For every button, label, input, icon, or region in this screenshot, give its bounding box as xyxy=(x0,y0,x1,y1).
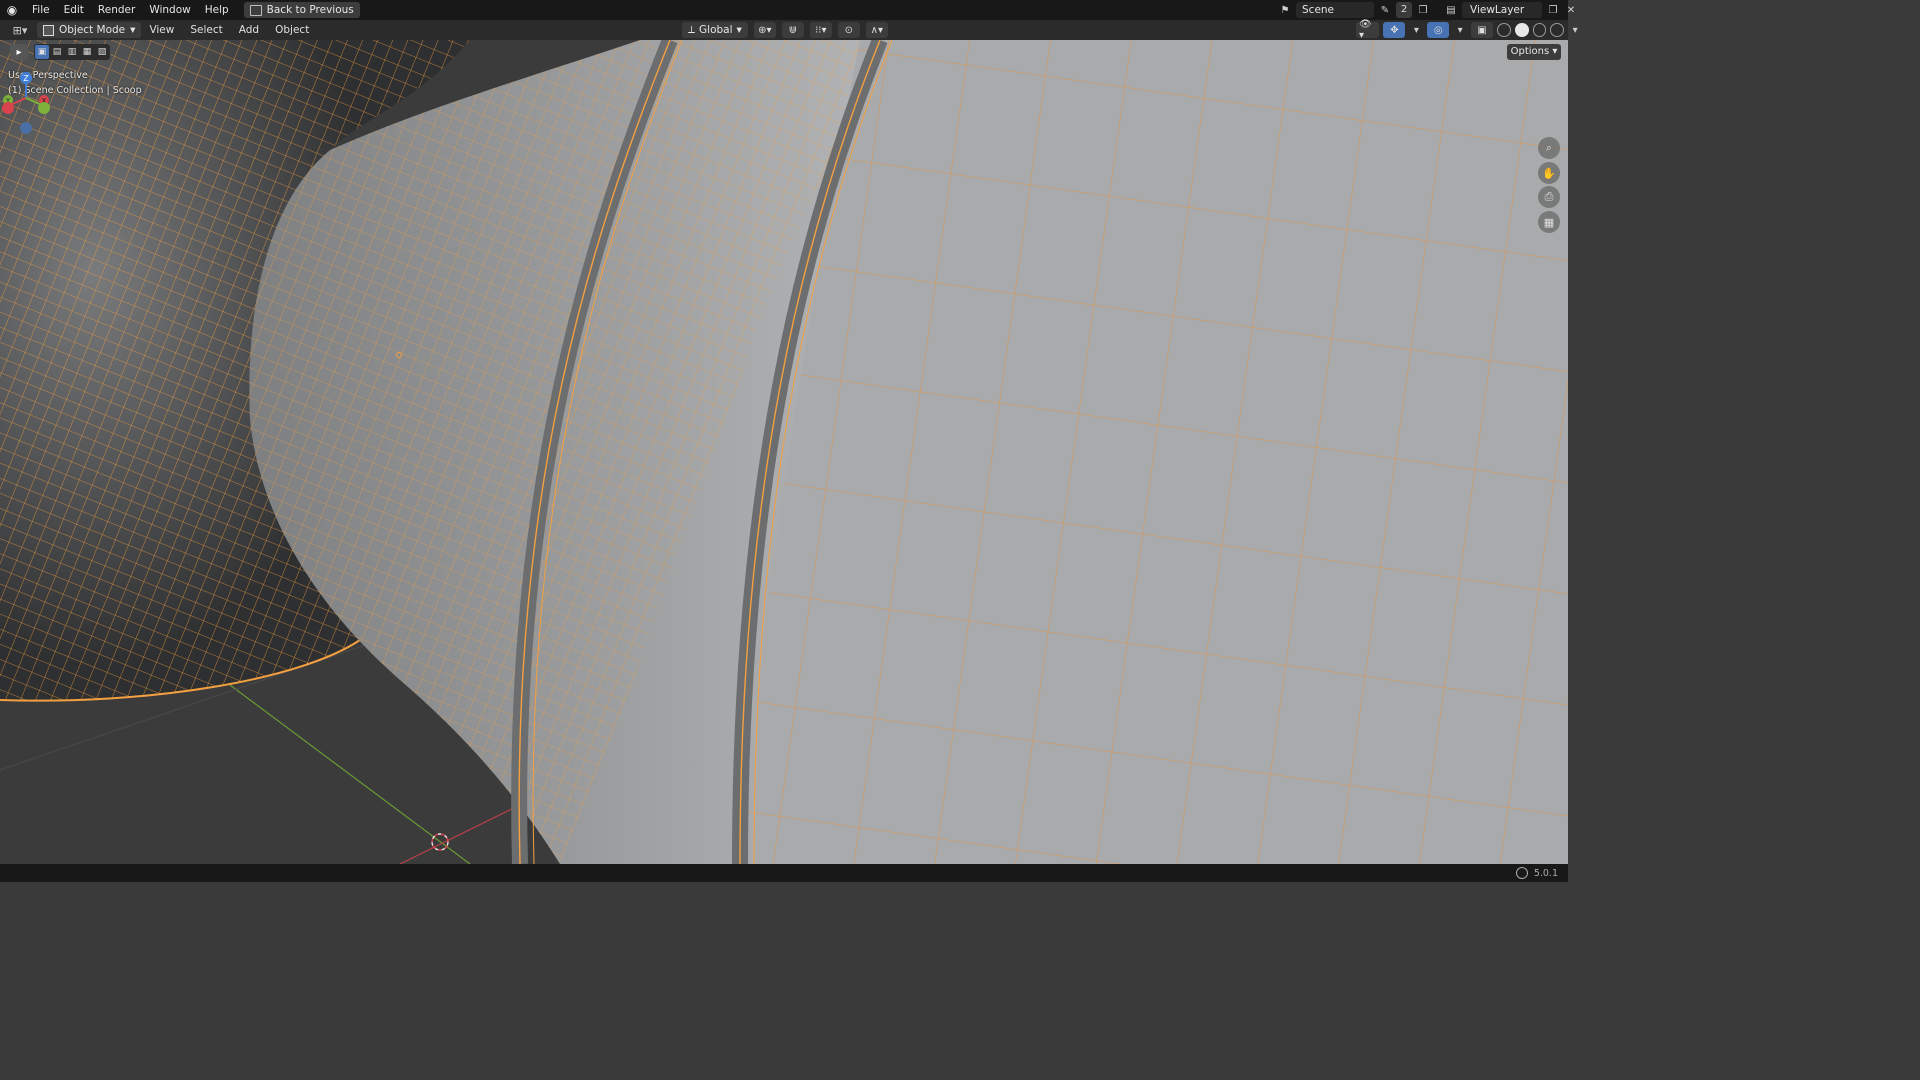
snap-toggle-icon[interactable]: ⋓ xyxy=(781,22,804,38)
menu-add[interactable]: Add xyxy=(231,24,267,36)
view-layer-field[interactable]: ViewLayer xyxy=(1462,2,1542,18)
proportional-edit-icon[interactable]: ⊙ xyxy=(837,22,860,38)
gizmo-z-neg-axis xyxy=(20,122,32,134)
pin-icon[interactable]: ✎ xyxy=(1378,3,1392,17)
select-new-icon[interactable]: ▣ xyxy=(35,45,49,59)
xray-toggle-icon[interactable]: ▣ xyxy=(1471,22,1493,38)
material-preview-icon[interactable] xyxy=(1532,23,1547,37)
select-subtract-icon[interactable]: ▥ xyxy=(65,45,79,59)
visibility-icon[interactable]: 👁▾ xyxy=(1356,19,1380,41)
back-to-previous-label: Back to Previous xyxy=(266,4,354,16)
chevron-down-icon: ▾ xyxy=(130,24,136,36)
menu-file[interactable]: File xyxy=(25,0,57,20)
mode-label: Object Mode xyxy=(59,24,126,36)
object-mode-icon xyxy=(43,24,54,36)
viewport-header: ⊞▾ Object Mode ▾ View Select Add Object … xyxy=(0,19,1578,41)
new-scene-icon[interactable]: ❐ xyxy=(1416,3,1430,17)
scene-name-field[interactable]: Scene xyxy=(1296,2,1374,18)
selection-mode-group: ▣ ▤ ▥ ▦ ▧ xyxy=(34,44,110,60)
gizmo-y-neg-axis xyxy=(38,102,50,114)
mode-selector[interactable]: Object Mode ▾ xyxy=(37,22,142,38)
overlay-toggle-icon[interactable]: ◎ xyxy=(1427,22,1450,38)
pivot-point-icon[interactable]: ⊕▾ xyxy=(753,22,776,38)
menu-edit[interactable]: Edit xyxy=(57,0,91,20)
blender-logo-icon[interactable]: ◉ xyxy=(5,3,19,17)
select-extend-icon[interactable]: ▤ xyxy=(50,45,64,59)
options-button[interactable]: Options ▾ xyxy=(1507,44,1561,60)
gizmo-x-neg-axis xyxy=(2,102,14,114)
pan-hand-icon[interactable]: ✋ xyxy=(1538,162,1560,184)
menu-window[interactable]: Window xyxy=(142,0,197,20)
status-bar: 5.0.1 xyxy=(0,864,1568,882)
rendered-shading-icon[interactable] xyxy=(1550,23,1565,37)
back-to-previous-button[interactable]: Back to Previous xyxy=(243,2,360,18)
chevron-down-icon[interactable]: ▾ xyxy=(1453,23,1467,37)
remove-view-layer-icon[interactable]: ✕ xyxy=(1564,3,1578,17)
view-layer-icon[interactable]: ▤ xyxy=(1444,3,1458,17)
screen-icon xyxy=(249,4,262,16)
new-view-layer-icon[interactable]: ❐ xyxy=(1546,3,1560,17)
orientation-selector[interactable]: ⟂ Global ▾ xyxy=(682,22,748,38)
view-layer-selector: ▤ ViewLayer ❐ ✕ xyxy=(1444,2,1578,18)
scene-users-count[interactable]: 2 xyxy=(1396,2,1412,18)
tool-strip: ▸ ▣ ▤ ▥ ▦ ▧ xyxy=(10,44,110,60)
display-tools: 👁▾ ✥ ▾ ◎ ▾ ▣ ▾ xyxy=(1356,19,1582,41)
orientation-icon: ⟂ xyxy=(688,23,696,36)
falloff-icon[interactable]: ∧▾ xyxy=(865,22,888,38)
gizmo-toggle-icon[interactable]: ✥ xyxy=(1383,22,1406,38)
version-label: 5.0.1 xyxy=(1533,867,1558,879)
options-label: Options xyxy=(1510,46,1550,57)
chevron-down-icon: ▾ xyxy=(736,24,742,36)
chevron-down-icon[interactable]: ▾ xyxy=(1409,23,1423,37)
solid-shading-icon[interactable] xyxy=(1514,23,1529,37)
editor-type-icon[interactable]: ⊞▾ xyxy=(7,22,33,38)
wireframe-shading-icon[interactable] xyxy=(1497,23,1511,37)
navigation-gizmo[interactable]: Z Y X xyxy=(0,70,52,134)
gizmo-z-label: Z xyxy=(23,74,29,83)
camera-view-icon[interactable]: ⎙ xyxy=(1538,186,1560,208)
scene-icon[interactable]: ⚑ xyxy=(1278,3,1292,17)
network-icon xyxy=(1515,867,1528,879)
top-bar: ◉ File Edit Render Window Help Back to P… xyxy=(0,0,1575,20)
shading-options-chevron-icon[interactable]: ▾ xyxy=(1568,23,1582,37)
menu-object[interactable]: Object xyxy=(267,24,317,36)
zoom-icon[interactable]: ⌕ xyxy=(1538,137,1560,159)
perspective-toggle-icon[interactable]: ▦ xyxy=(1538,211,1560,233)
scene-selector: ⚑ Scene ✎ 2 ❐ xyxy=(1278,2,1430,18)
menu-render[interactable]: Render xyxy=(91,0,142,20)
orientation-label: Global xyxy=(699,24,733,36)
transform-tools: ⟂ Global ▾ ⊕▾ ⋓ ⁝⁝▾ ⊙ ∧▾ xyxy=(682,22,888,38)
menu-select[interactable]: Select xyxy=(182,24,230,36)
menu-view[interactable]: View xyxy=(141,24,182,36)
select-invert-icon[interactable]: ▦ xyxy=(80,45,94,59)
select-intersect-icon[interactable]: ▧ xyxy=(95,45,109,59)
select-tool-icon[interactable]: ▸ xyxy=(10,44,28,60)
menu-help[interactable]: Help xyxy=(198,0,236,20)
3d-viewport[interactable]: ▸ ▣ ▤ ▥ ▦ ▧ User Perspective (1) Scene C… xyxy=(0,40,1568,864)
scene-render xyxy=(0,40,1568,864)
snap-target-icon[interactable]: ⁝⁝▾ xyxy=(809,22,832,38)
